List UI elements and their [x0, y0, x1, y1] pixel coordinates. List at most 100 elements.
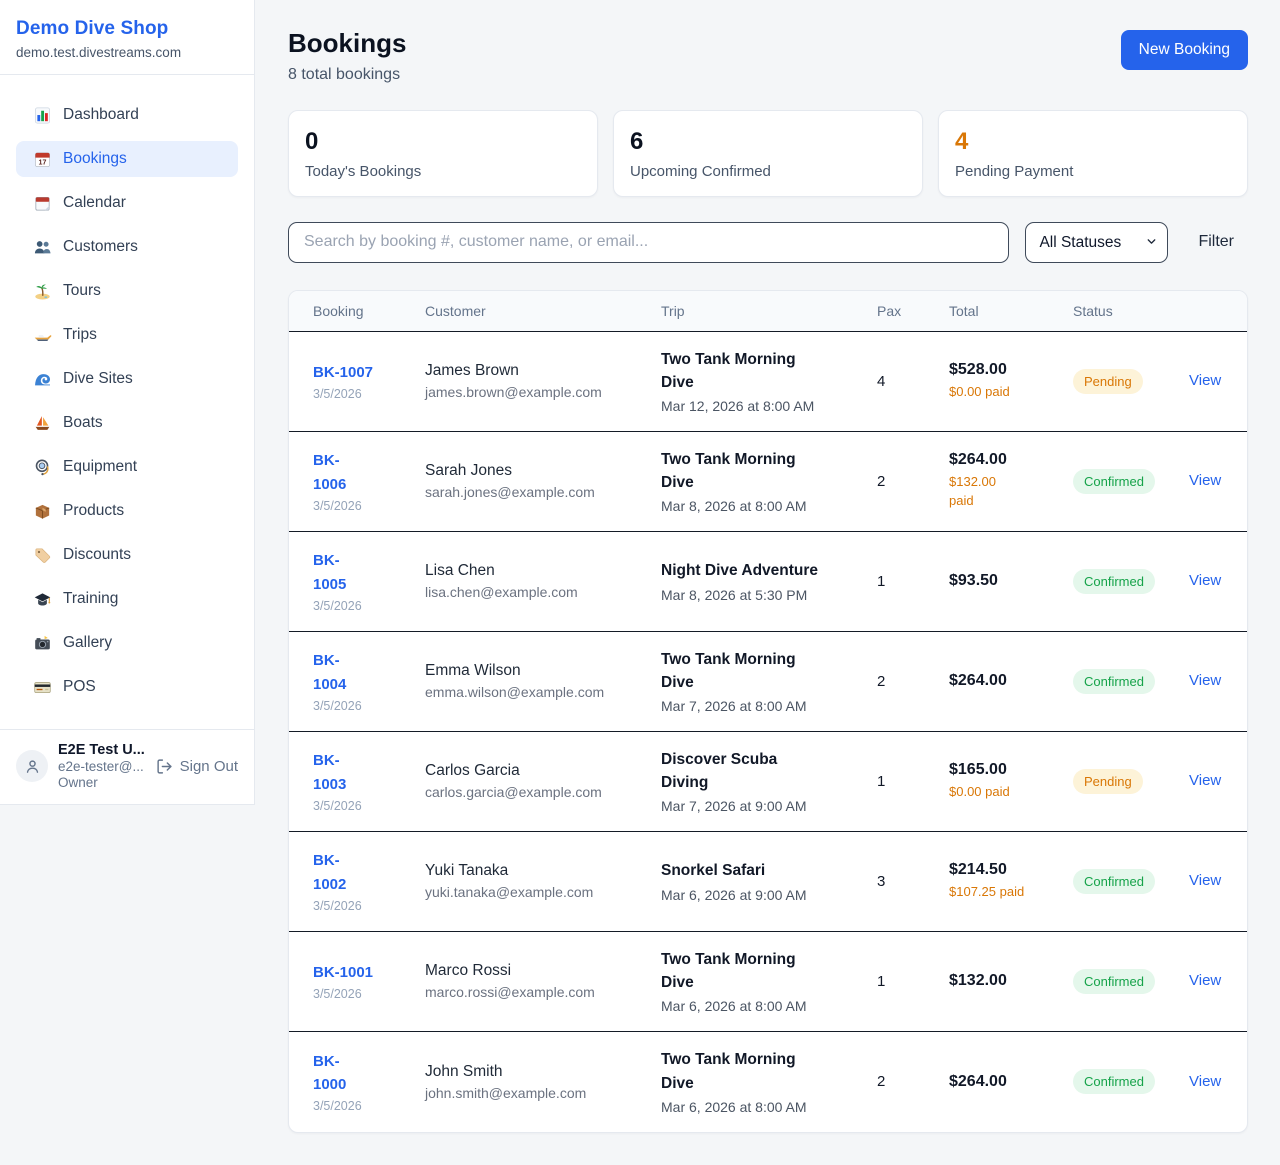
status-filter-select[interactable]: All Statuses [1025, 222, 1168, 263]
total-amount: $165.00 [949, 761, 1073, 779]
stat-value: 6 [630, 128, 906, 156]
new-booking-button[interactable]: New Booking [1121, 30, 1248, 70]
trip-name: Two Tank Morning Dive [661, 448, 857, 495]
trip-name: Two Tank Morning Dive [661, 348, 857, 395]
view-link[interactable]: View [1189, 772, 1221, 789]
trip-datetime: Mar 7, 2026 at 9:00 AM [661, 798, 857, 814]
credit-card-icon [33, 678, 52, 697]
user-name: E2E Test U... [58, 742, 145, 758]
view-link[interactable]: View [1189, 472, 1221, 489]
graduation-cap-icon [33, 590, 52, 609]
sidebar-nav: Dashboard 17 Bookings Calendar Customers… [0, 75, 254, 729]
view-link[interactable]: View [1189, 1073, 1221, 1090]
customer-email: james.brown@example.com [425, 384, 661, 400]
paid-amount: $107.25 paid [949, 883, 1073, 902]
page-title: Bookings [288, 28, 406, 59]
table-row: BK-1001 3/5/2026 Marco Rossi marco.rossi… [289, 932, 1247, 1032]
col-total: Total [949, 303, 1073, 319]
brand-block: Demo Dive Shop demo.test.divestreams.com [0, 0, 254, 75]
pax-count: 2 [877, 673, 949, 690]
booking-link[interactable]: BK-1007 [313, 361, 373, 384]
pax-count: 2 [877, 473, 949, 490]
total-amount: $264.00 [949, 672, 1073, 690]
view-link[interactable]: View [1189, 372, 1221, 389]
sidebar-item-pos[interactable]: POS [16, 669, 238, 705]
view-link[interactable]: View [1189, 672, 1221, 689]
view-link[interactable]: View [1189, 872, 1221, 889]
main-content: Bookings 8 total bookings New Booking 0 … [255, 0, 1280, 1165]
total-amount: $264.00 [949, 1073, 1073, 1091]
sidebar-item-trips[interactable]: Trips [16, 317, 238, 353]
sidebar-item-customers[interactable]: Customers [16, 229, 238, 265]
pax-count: 2 [877, 1073, 949, 1090]
booking-date: 3/5/2026 [313, 699, 425, 713]
status-filter-wrap: All Statuses [1025, 222, 1168, 263]
booking-link[interactable]: BK- 1004 [313, 649, 346, 696]
user-role: Owner [58, 775, 145, 790]
sidebar-item-gallery[interactable]: Gallery [16, 625, 238, 661]
pax-count: 1 [877, 773, 949, 790]
trip-datetime: Mar 6, 2026 at 8:00 AM [661, 1099, 857, 1115]
filter-button[interactable]: Filter [1184, 233, 1248, 251]
col-customer: Customer [425, 303, 661, 319]
customer-email: lisa.chen@example.com [425, 584, 661, 600]
customer-name: Marco Rossi [425, 962, 661, 980]
status-badge: Confirmed [1073, 669, 1155, 694]
customer-name: John Smith [425, 1063, 661, 1081]
booking-link[interactable]: BK- 1003 [313, 749, 346, 796]
sailboat-icon [33, 414, 52, 433]
trip-datetime: Mar 6, 2026 at 8:00 AM [661, 998, 857, 1014]
col-trip: Trip [661, 303, 877, 319]
trip-datetime: Mar 8, 2026 at 8:00 AM [661, 498, 857, 514]
pax-count: 1 [877, 973, 949, 990]
paid-amount: $0.00 paid [949, 383, 1073, 402]
table-body: BK-1007 3/5/2026 James Brown james.brown… [289, 332, 1247, 1132]
sign-out-button[interactable]: Sign Out [156, 758, 238, 775]
sidebar-item-calendar[interactable]: Calendar [16, 185, 238, 221]
booking-link[interactable]: BK- 1000 [313, 1050, 346, 1097]
sidebar-item-bookings[interactable]: 17 Bookings [16, 141, 238, 177]
total-amount: $528.00 [949, 361, 1073, 379]
sidebar-item-equipment[interactable]: Equipment [16, 449, 238, 485]
booking-link[interactable]: BK- 1006 [313, 449, 346, 496]
customer-name: Sarah Jones [425, 462, 661, 480]
sidebar-item-training[interactable]: Training [16, 581, 238, 617]
search-input[interactable] [288, 222, 1009, 263]
stat-card: 6 Upcoming Confirmed [613, 110, 923, 197]
page-header: Bookings 8 total bookings New Booking [288, 28, 1248, 84]
calendar-icon: 17 [33, 150, 52, 169]
sidebar-item-dive-sites[interactable]: Dive Sites [16, 361, 238, 397]
sidebar-item-tours[interactable]: Tours [16, 273, 238, 309]
stat-label: Pending Payment [955, 163, 1231, 180]
view-link[interactable]: View [1189, 572, 1221, 589]
sidebar-item-boats[interactable]: Boats [16, 405, 238, 441]
filter-row: All Statuses Filter [288, 222, 1248, 263]
customer-name: Yuki Tanaka [425, 862, 661, 880]
booking-date: 3/5/2026 [313, 987, 425, 1001]
status-badge: Confirmed [1073, 469, 1155, 494]
trip-name: Two Tank Morning Dive [661, 648, 857, 695]
booking-link[interactable]: BK- 1005 [313, 549, 346, 596]
status-badge: Confirmed [1073, 969, 1155, 994]
pax-count: 4 [877, 373, 949, 390]
trip-name: Two Tank Morning Dive [661, 1048, 857, 1095]
total-amount: $214.50 [949, 861, 1073, 879]
bookings-table: Booking Customer Trip Pax Total Status B… [288, 290, 1248, 1133]
sidebar-item-discounts[interactable]: Discounts [16, 537, 238, 573]
customer-name: Emma Wilson [425, 662, 661, 680]
status-badge: Confirmed [1073, 869, 1155, 894]
sidebar-item-dashboard[interactable]: Dashboard [16, 97, 238, 133]
view-link[interactable]: View [1189, 972, 1221, 989]
trip-datetime: Mar 8, 2026 at 5:30 PM [661, 587, 857, 603]
trip-name: Snorkel Safari [661, 859, 857, 882]
trip-datetime: Mar 7, 2026 at 8:00 AM [661, 698, 857, 714]
booking-link[interactable]: BK-1001 [313, 961, 373, 984]
brand-name[interactable]: Demo Dive Shop [16, 18, 238, 40]
island-icon [33, 282, 52, 301]
col-booking: Booking [313, 303, 425, 319]
booking-date: 3/5/2026 [313, 599, 425, 613]
sidebar-item-products[interactable]: Products [16, 493, 238, 529]
user-section: E2E Test U... e2e-tester@... Owner Sign … [0, 729, 254, 804]
status-badge: Confirmed [1073, 569, 1155, 594]
booking-link[interactable]: BK- 1002 [313, 849, 346, 896]
